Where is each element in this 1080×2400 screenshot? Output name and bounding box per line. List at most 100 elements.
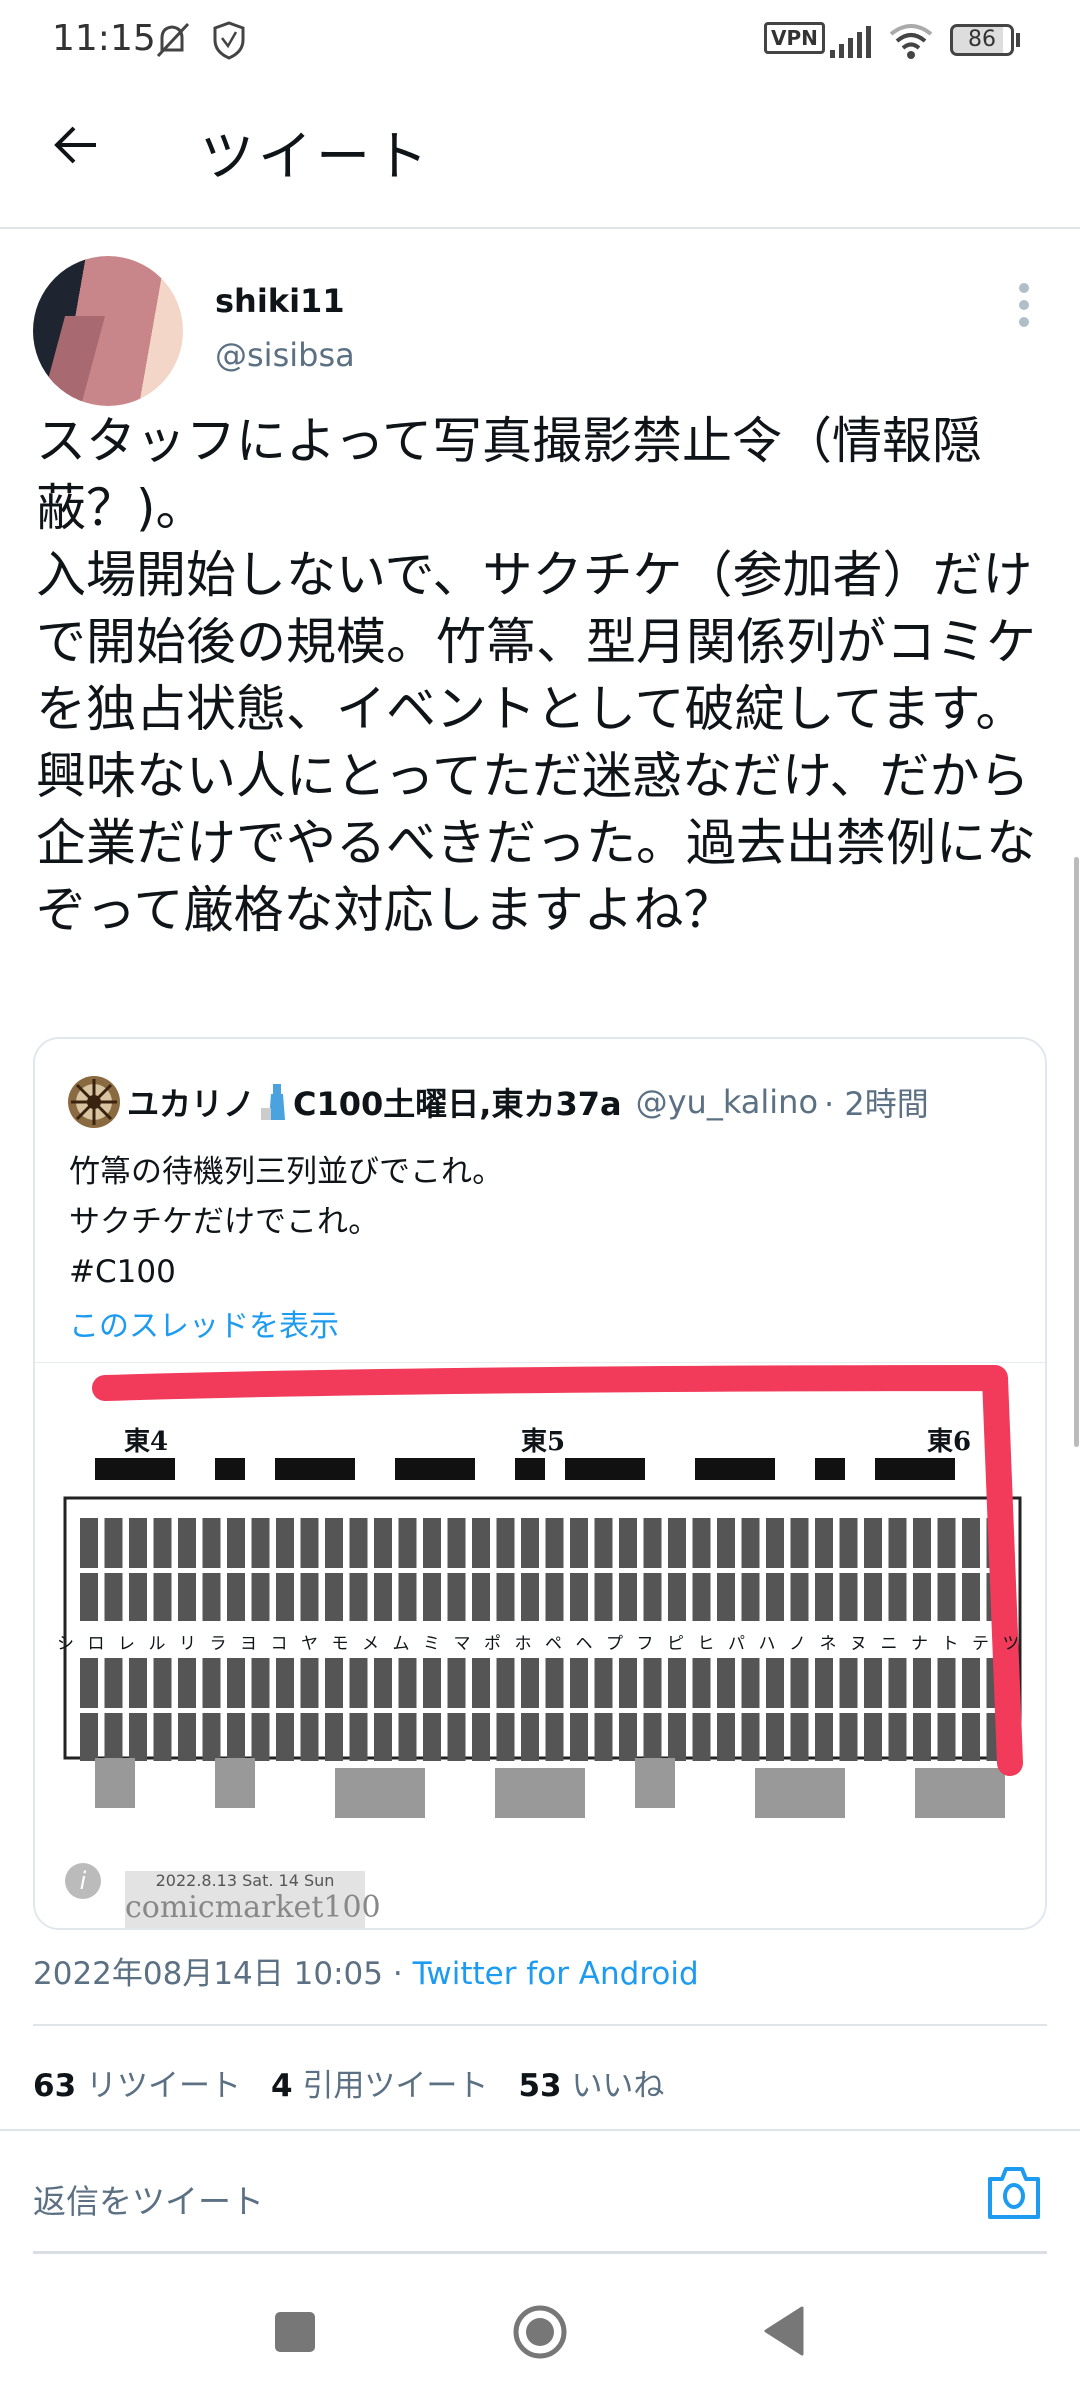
- author-name[interactable]: shiki11: [215, 282, 345, 320]
- booth-block: [937, 1573, 956, 1621]
- booth-block: [692, 1573, 711, 1621]
- reply-divider: [33, 2251, 1047, 2254]
- tweet-text: スタッフによって写真撮影禁止令（情報隠蔽？)。 入場開始しないで、サクチケ（参加…: [36, 412, 1036, 939]
- banner-title: comicmarket100: [125, 1890, 381, 1925]
- meta-separator: ·: [392, 1956, 403, 1992]
- quoted-tweet-card[interactable]: ユカリノ C100土曜日,東カ37a @yu_kalino · 2時間 竹箒の待…: [33, 1037, 1047, 1930]
- more-options-icon[interactable]: [1016, 280, 1032, 330]
- booth-block: [839, 1573, 858, 1621]
- info-icon[interactable]: i: [65, 1863, 101, 1899]
- stat-label: リツイート: [86, 2068, 241, 2104]
- likes-stat[interactable]: 53 いいね: [518, 2060, 664, 2105]
- facility: [275, 1458, 355, 1480]
- booth-block: [766, 1518, 784, 1568]
- booth-block: [325, 1518, 343, 1568]
- booth-block: [545, 1713, 564, 1761]
- facility: [95, 1758, 135, 1808]
- booth-block: [962, 1713, 980, 1761]
- show-thread-link[interactable]: このスレッドを表示: [69, 1301, 339, 1345]
- stat-count: 4: [271, 2068, 293, 2104]
- booth-block: [668, 1573, 686, 1621]
- booth-block: [398, 1658, 417, 1708]
- signal-icon: [830, 26, 871, 58]
- facility: [915, 1768, 1005, 1818]
- booth-block: [643, 1658, 662, 1708]
- back-button[interactable]: [764, 2306, 804, 2356]
- booth-block: [447, 1518, 466, 1568]
- booth-block: [937, 1658, 956, 1708]
- booth-block: [619, 1518, 637, 1568]
- stats-divider: [0, 2129, 1080, 2131]
- quote-tweets-stat[interactable]: 4 引用ツイート: [271, 2060, 488, 2105]
- camera-icon[interactable]: [986, 2165, 1042, 2221]
- avatar-hair: [40, 316, 106, 406]
- booth-block: [300, 1573, 319, 1621]
- booth-block: [202, 1713, 221, 1761]
- booth-block: [129, 1658, 147, 1708]
- booth-block: [717, 1713, 735, 1761]
- booth-block: [227, 1713, 245, 1761]
- source-link[interactable]: Twitter for Android: [413, 1956, 699, 1992]
- scrollbar[interactable]: [1074, 857, 1079, 1447]
- booth-block: [447, 1573, 466, 1621]
- booth-block: [496, 1713, 515, 1761]
- booth-block: [104, 1518, 123, 1568]
- booth-block: [570, 1658, 588, 1708]
- battery-icon: 86: [950, 24, 1014, 56]
- arrow-left-icon[interactable]: [52, 120, 102, 170]
- quoted-name: ユカリノ: [127, 1085, 256, 1123]
- avatar[interactable]: [33, 256, 183, 406]
- booth-block: [423, 1713, 441, 1761]
- booth-block: [864, 1713, 882, 1761]
- booth-block: [447, 1658, 466, 1708]
- author-handle[interactable]: @sisibsa: [215, 336, 355, 374]
- booth-block: [643, 1518, 662, 1568]
- booth-block: [668, 1658, 686, 1708]
- booth-block: [594, 1658, 613, 1708]
- booth-block: [766, 1573, 784, 1621]
- booth-block: [521, 1658, 539, 1708]
- booth-block: [178, 1658, 196, 1708]
- booth-block: [423, 1518, 441, 1568]
- quoted-avatar[interactable]: [67, 1075, 121, 1129]
- banner-date: 2022.8.13 Sat. 14 Sun: [155, 1871, 335, 1890]
- stat-label: 引用ツイート: [302, 2068, 489, 2104]
- booth-block: [276, 1658, 294, 1708]
- stat-count: 63: [33, 2068, 77, 2104]
- quoted-image[interactable]: i 2022.8.13 Sat. 14 Sun comicmarket100 東…: [35, 1362, 1045, 1928]
- facility: [515, 1458, 545, 1480]
- booth-block: [104, 1573, 123, 1621]
- booth-block: [937, 1713, 956, 1761]
- booth-block: [447, 1713, 466, 1761]
- booth-block: [202, 1658, 221, 1708]
- stat-label: いいね: [571, 2068, 665, 2104]
- booth-block: [153, 1658, 172, 1708]
- booth-block: [570, 1573, 588, 1621]
- booth-block: [374, 1573, 392, 1621]
- home-button[interactable]: [512, 2304, 568, 2360]
- booth-block: [962, 1658, 980, 1708]
- meta-divider: [33, 2024, 1047, 2026]
- retweets-stat[interactable]: 63 リツイート: [33, 2060, 241, 2105]
- recents-button[interactable]: [275, 2312, 315, 2352]
- booth-block: [692, 1658, 711, 1708]
- booth-block: [496, 1658, 515, 1708]
- quoted-handle: @yu_kalino: [635, 1083, 819, 1121]
- vpn-icon: VPN: [764, 22, 825, 54]
- timestamp: 2022年08月14日 10:05: [33, 1956, 383, 1992]
- booth-block: [398, 1713, 417, 1761]
- booth-block: [472, 1573, 490, 1621]
- booth-block: [717, 1573, 735, 1621]
- booth-block: [692, 1518, 711, 1568]
- booth-block: [937, 1518, 956, 1568]
- booth-block: [251, 1713, 270, 1761]
- booth-block: [398, 1573, 417, 1621]
- booth-block: [276, 1518, 294, 1568]
- booth-block: [741, 1573, 760, 1621]
- booth-block: [766, 1713, 784, 1761]
- booth-block: [251, 1573, 270, 1621]
- booth-block: [521, 1518, 539, 1568]
- booth-block: [962, 1518, 980, 1568]
- reply-input[interactable]: 返信をツイート: [33, 2175, 264, 2223]
- booth-block: [839, 1658, 858, 1708]
